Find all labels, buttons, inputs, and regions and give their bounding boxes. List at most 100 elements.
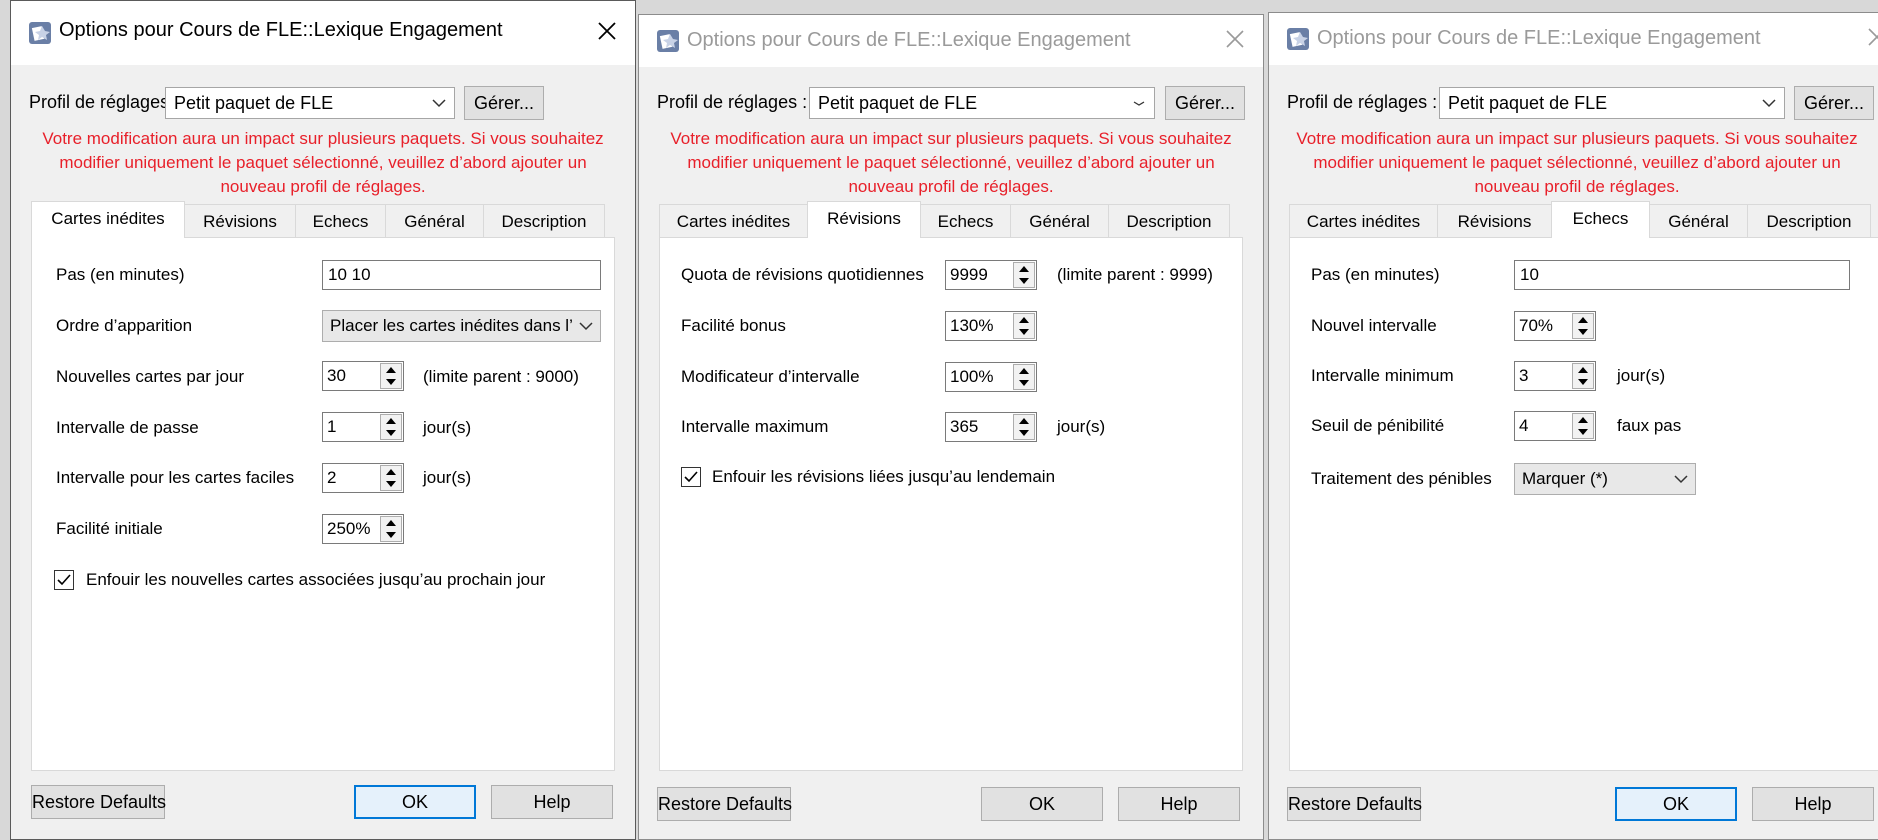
profile-select[interactable]: Petit paquet de FLE — [165, 87, 455, 119]
steps-input[interactable]: 10 — [1514, 260, 1850, 290]
new-interval-stepper[interactable]: 70% — [1514, 311, 1596, 341]
spin-arrows-icon[interactable] — [1013, 262, 1035, 288]
manage-button[interactable]: Gérer... — [1165, 86, 1245, 120]
bury-reviews-checkbox[interactable] — [681, 467, 701, 487]
easy-interval-label: Intervalle pour les cartes faciles — [56, 468, 295, 487]
tab-new-cards[interactable]: Cartes inédites — [1289, 204, 1438, 238]
tab-bar: Cartes inédites Révisions Echecs Général… — [659, 201, 1243, 238]
per-day-value: 30 — [327, 366, 346, 385]
help-button[interactable]: Help — [1752, 787, 1874, 821]
easy-bonus-value: 130% — [950, 316, 994, 335]
easy-interval-unit: jour(s) — [423, 468, 472, 487]
tab-reviews[interactable]: Révisions — [1437, 204, 1552, 238]
chevron-down-icon — [579, 311, 593, 341]
easy-interval-stepper[interactable]: 2 — [322, 463, 404, 493]
bury-new-label[interactable]: Enfouir les nouvelles cartes associées j… — [86, 570, 545, 590]
leech-threshold-label: Seuil de pénibilité — [1311, 416, 1445, 435]
profile-label: Profil de réglages : — [657, 92, 808, 112]
interval-modifier-value: 100% — [950, 367, 994, 386]
steps-input[interactable]: 10 10 — [322, 260, 601, 290]
order-label: Ordre d’apparition — [56, 316, 193, 335]
window-title: Options pour Cours de FLE::Lexique Engag… — [687, 29, 1131, 51]
help-button[interactable]: Help — [491, 785, 613, 819]
tab-general[interactable]: Général — [385, 204, 484, 238]
window-title: Options pour Cours de FLE::Lexique Engag… — [1317, 27, 1761, 49]
profile-select[interactable]: Petit paquet de FLE — [809, 87, 1155, 119]
tab-reviews[interactable]: Révisions — [184, 204, 296, 238]
ok-button[interactable]: OK — [1615, 787, 1737, 821]
restore-defaults-button[interactable]: Restore Defaults — [1287, 787, 1422, 821]
tab-lapses[interactable]: Echecs — [1551, 201, 1650, 238]
warning-message: Votre modification aura un impact sur pl… — [1296, 129, 1858, 196]
review-quota-label: Quota de révisions quotidiennes — [681, 265, 924, 284]
leech-threshold-value: 4 — [1519, 416, 1529, 435]
title-bar[interactable]: Options pour Cours de FLE::Lexique Engag… — [639, 15, 1263, 67]
starting-ease-value: 250% — [327, 519, 371, 538]
profile-select[interactable]: Petit paquet de FLE — [1439, 87, 1785, 119]
spin-arrows-icon[interactable] — [380, 363, 402, 389]
order-select[interactable]: Placer les cartes inédites dans l’ — [322, 310, 601, 342]
options-dialog-3: Options pour Cours de FLE::Lexique Engag… — [1268, 12, 1878, 840]
tab-description[interactable]: Description — [1747, 204, 1871, 238]
close-icon[interactable] — [593, 17, 621, 45]
ok-button[interactable]: OK — [981, 787, 1103, 821]
chevron-down-icon — [1762, 88, 1776, 118]
title-bar[interactable]: Options pour Cours de FLE::Lexique Engag… — [1269, 13, 1878, 65]
starting-ease-stepper[interactable]: 250% — [322, 514, 404, 544]
tab-lapses[interactable]: Echecs — [295, 204, 386, 238]
tab-general[interactable]: Général — [1010, 204, 1109, 238]
spin-arrows-icon[interactable] — [1013, 313, 1035, 339]
profile-row: Profil de réglages : Petit paquet de FLE… — [29, 86, 617, 121]
tab-new-cards[interactable]: Cartes inédites — [659, 204, 808, 238]
new-interval-label: Nouvel intervalle — [1311, 316, 1437, 335]
tab-lapses[interactable]: Echecs — [920, 204, 1011, 238]
tab-new-cards[interactable]: Cartes inédites — [31, 201, 185, 238]
spin-arrows-icon[interactable] — [1013, 364, 1035, 390]
new-interval-value: 70% — [1519, 316, 1554, 335]
tab-description[interactable]: Description — [1108, 204, 1230, 238]
spin-arrows-icon[interactable] — [1013, 414, 1035, 440]
restore-defaults-button[interactable]: Restore Defaults — [31, 785, 166, 819]
per-day-stepper[interactable]: 30 — [322, 361, 404, 391]
spin-arrows-icon[interactable] — [1572, 313, 1594, 339]
leech-action-select[interactable]: Marquer (*) — [1514, 463, 1696, 495]
close-icon[interactable] — [1863, 23, 1878, 51]
close-icon[interactable] — [1221, 25, 1249, 53]
bury-new-checkbox[interactable] — [54, 570, 74, 590]
tab-description[interactable]: Description — [483, 204, 605, 238]
leech-threshold-stepper[interactable]: 4 — [1514, 411, 1596, 441]
graduating-stepper[interactable]: 1 — [322, 412, 404, 442]
spin-arrows-icon[interactable] — [380, 465, 402, 491]
tab-general[interactable]: Général — [1649, 204, 1748, 238]
interval-modifier-stepper[interactable]: 100% — [945, 362, 1037, 392]
leech-action-label: Traitement des pénibles — [1311, 469, 1492, 488]
bury-reviews-label[interactable]: Enfouir les révisions liées jusqu’au len… — [712, 467, 1055, 487]
leech-action-value: Marquer (*) — [1522, 469, 1608, 488]
manage-button[interactable]: Gérer... — [464, 86, 544, 120]
checkmark-icon — [57, 574, 71, 586]
ok-button[interactable]: OK — [354, 785, 476, 819]
warning-message: Votre modification aura un impact sur pl… — [670, 129, 1232, 196]
help-button[interactable]: Help — [1118, 787, 1240, 821]
chevron-down-icon — [1132, 88, 1146, 118]
review-quota-stepper[interactable]: 9999 — [945, 260, 1037, 290]
spin-arrows-icon[interactable] — [1572, 363, 1594, 389]
graduating-value: 1 — [327, 417, 337, 436]
manage-button[interactable]: Gérer... — [1794, 86, 1874, 120]
tab-reviews[interactable]: Révisions — [807, 201, 921, 238]
spin-arrows-icon[interactable] — [380, 516, 402, 542]
restore-defaults-button[interactable]: Restore Defaults — [657, 787, 792, 821]
max-interval-value: 365 — [950, 417, 979, 436]
chevron-down-icon — [1674, 464, 1688, 494]
spin-arrows-icon[interactable] — [1572, 413, 1594, 439]
title-bar[interactable]: Options pour Cours de FLE::Lexique Engag… — [11, 1, 635, 65]
easy-bonus-stepper[interactable]: 130% — [945, 311, 1037, 341]
app-icon — [657, 30, 679, 52]
profile-value: Petit paquet de FLE — [1448, 93, 1608, 113]
max-interval-stepper[interactable]: 365 — [945, 412, 1037, 442]
min-interval-stepper[interactable]: 3 — [1514, 361, 1596, 391]
review-quota-value: 9999 — [950, 265, 988, 284]
spin-arrows-icon[interactable] — [380, 414, 402, 440]
options-dialog-2: Options pour Cours de FLE::Lexique Engag… — [638, 14, 1264, 840]
min-interval-unit: jour(s) — [1617, 366, 1666, 385]
